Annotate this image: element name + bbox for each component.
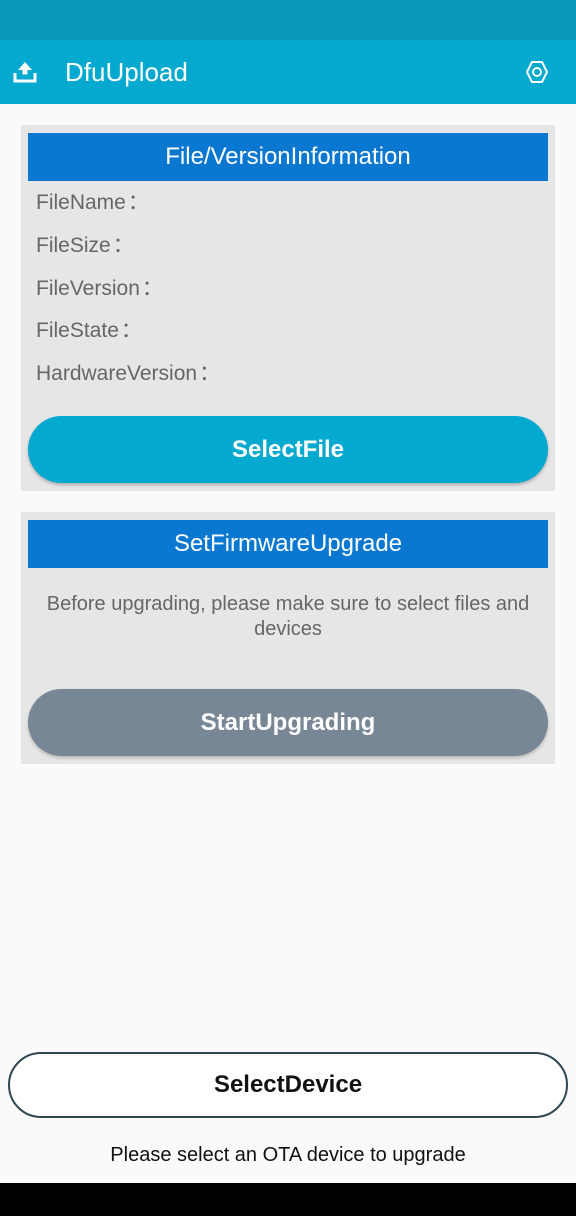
file-version-header: File/VersionInformation [28,133,548,181]
colon: ： [141,277,163,300]
file-state-row: FileState： [36,318,142,344]
start-upgrading-button[interactable]: StartUpgrading [28,689,548,756]
hardware-version-label: HardwareVersion [36,362,198,385]
select-device-button[interactable]: SelectDevice [8,1052,568,1118]
file-version-label: FileVersion [36,277,140,300]
file-size-label: FileSize [36,234,111,257]
app-title: DfuUpload [65,57,188,87]
upload-icon [13,62,37,83]
hardware-version-row: HardwareVersion： [36,361,220,387]
file-state-label: FileState [36,319,119,342]
status-bar [0,0,576,40]
device-status-text: Please select an OTA device to upgrade [110,1144,466,1166]
upgrade-hint-text: Before upgrading, please make sure to se… [46,593,530,640]
file-name-label: FileName [36,191,126,214]
colon: ： [112,234,134,257]
file-version-row: FileVersion： [36,276,163,302]
app-bar: DfuUpload [0,40,576,104]
file-version-card: File/VersionInformation FileName： FileSi… [21,125,555,491]
firmware-upgrade-card: SetFirmwareUpgrade Before upgrading, ple… [21,512,555,764]
file-name-row: FileName： [36,190,149,216]
colon: ： [127,191,149,214]
colon: ： [199,362,221,385]
firmware-upgrade-header: SetFirmwareUpgrade [28,520,548,568]
colon: ： [120,319,142,342]
settings-icon[interactable] [524,59,550,85]
navigation-bar [0,1183,576,1216]
select-file-button[interactable]: SelectFile [28,416,548,483]
file-size-row: FileSize： [36,233,134,259]
